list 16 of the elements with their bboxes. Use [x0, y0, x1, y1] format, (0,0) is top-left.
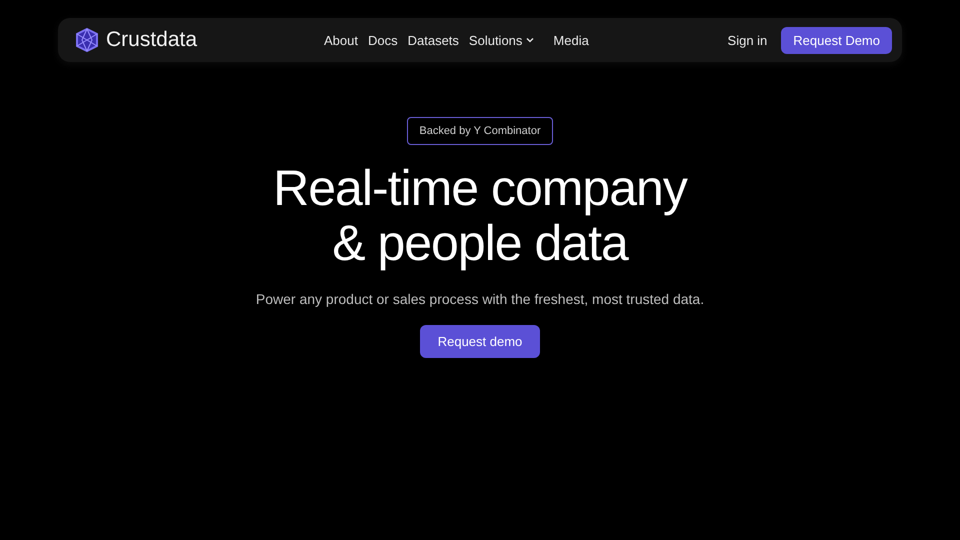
- nav-link[interactable]: Docs: [368, 32, 398, 48]
- nav-link[interactable]: Media: [553, 32, 589, 48]
- hero-title: Real-time company & people data: [273, 161, 687, 271]
- chevron-down-icon: [525, 35, 536, 45]
- request-demo-button[interactable]: Request Demo: [781, 26, 892, 54]
- nav-link[interactable]: About: [324, 32, 358, 48]
- hero-subtitle: Power any product or sales process with the freshest, most trusted data.: [256, 291, 704, 307]
- logo-icon: [74, 27, 100, 53]
- nav-link[interactable]: Datasets: [408, 32, 459, 48]
- nav-link-label: Solutions: [468, 32, 522, 48]
- sign-in-link[interactable]: Sign in: [728, 32, 768, 48]
- nav-dropdown[interactable]: Solutions: [468, 32, 536, 48]
- brand-name: Crustdata: [106, 28, 198, 52]
- badge: Backed by Y Combinator: [407, 117, 553, 145]
- request-demo-button[interactable]: Request demo: [420, 325, 540, 358]
- brand-logo[interactable]: Crustdata: [74, 27, 324, 53]
